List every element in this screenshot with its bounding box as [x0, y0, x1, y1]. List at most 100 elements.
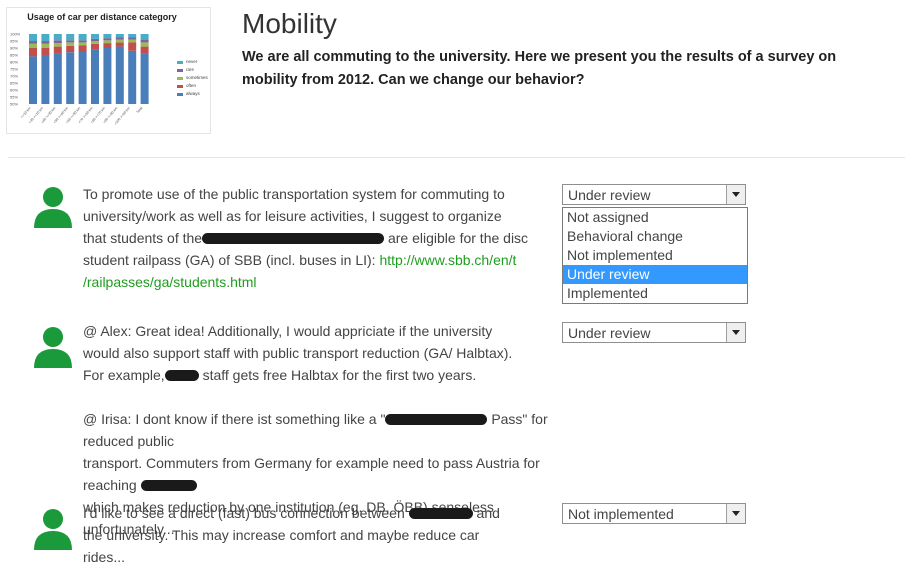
x-tick-label: <=10 km [20, 106, 32, 119]
legend-item: rare [177, 66, 208, 74]
bar-segment-never [41, 34, 50, 41]
status-select-2[interactable]: Under review [562, 322, 746, 343]
comment-line: To promote use of the public transportat… [83, 186, 505, 202]
status-dropdown-list[interactable]: Not assigned Behavioral change Not imple… [562, 207, 748, 304]
chevron-down-icon[interactable] [726, 323, 745, 342]
bar-segment-always [78, 51, 87, 104]
select-value: Under review [568, 187, 651, 203]
legend-label: always [186, 91, 200, 96]
redacted-text [164, 370, 199, 381]
comment-3: I'd like to see a direct (fast) bus conn… [83, 502, 573, 568]
legend-label: rare [186, 67, 195, 72]
bar-segment-often [91, 43, 99, 50]
legend-swatch [177, 76, 183, 80]
redacted-text [408, 508, 473, 519]
status-select-1[interactable]: Under review [562, 184, 746, 205]
bar-segment-often [41, 48, 50, 55]
bar-segment-never [78, 34, 87, 41]
legend-swatch [177, 60, 183, 64]
select-value: Not implemented [568, 506, 674, 522]
survey-chart-thumbnail[interactable]: Usage of car per distance category 100% 9… [6, 7, 211, 134]
intro-line-1: We are all commuting to the university. … [242, 49, 837, 65]
bar-segment-often [128, 42, 137, 51]
bar-segment-never [128, 34, 137, 38]
comment-line: @ Irisa: I dont know if there ist someth… [83, 411, 548, 449]
bar-segment-rare [66, 40, 75, 43]
y-tick-label: 65% [10, 81, 18, 86]
y-tick-label: 50% [10, 102, 18, 107]
y-tick-label: 75% [10, 67, 18, 72]
bar-segment-always [115, 46, 124, 104]
bar-segment-never [140, 34, 149, 40]
chevron-down-icon[interactable] [726, 185, 745, 204]
y-tick-label: 60% [10, 88, 18, 93]
bar-segment-often [53, 46, 62, 54]
bar-segment-never [66, 34, 75, 41]
bar-segment-often [78, 45, 87, 52]
x-tick-label: Total [136, 106, 144, 114]
sbb-link[interactable]: http://www.sbb.ch/en/t [379, 252, 516, 268]
status-select-3[interactable]: Not implemented [562, 503, 746, 524]
legend-label: never [186, 59, 198, 64]
intro-text: We are all commuting to the university. … [242, 46, 905, 92]
legend-item: never [177, 58, 208, 66]
comment-line: For example, staff gets free Halbtax for… [83, 367, 477, 383]
chevron-down-icon[interactable] [726, 504, 745, 523]
bar-segment-rare [29, 41, 37, 44]
bar-segment-always [140, 53, 149, 104]
user-avatar-icon [34, 187, 72, 228]
bar-segment-always [41, 55, 50, 104]
bar-segment-rare [128, 37, 137, 40]
bar-segment-sometimes [103, 40, 112, 44]
bar-segment-never [91, 34, 99, 39]
legend-item: sometimes [177, 74, 208, 82]
option-under-review[interactable]: Under review [563, 265, 747, 284]
bar-segment-always [91, 49, 99, 104]
bar-segment-sometimes [29, 43, 37, 48]
y-tick-label: 100% [10, 32, 21, 37]
bar-segment-often [66, 45, 75, 53]
page-title: Mobility [242, 8, 337, 39]
option-not-assigned[interactable]: Not assigned [563, 208, 747, 227]
bar-segment-never [103, 34, 112, 39]
option-implemented[interactable]: Implemented [563, 284, 747, 303]
comment-1: To promote use of the public transportat… [83, 183, 573, 293]
comment-line: /railpasses/ga/students.html [83, 271, 573, 293]
bar-segment-rare [115, 37, 124, 40]
comment-line: would also support staff with public tra… [83, 345, 513, 361]
redacted-text [140, 480, 197, 491]
option-behavioral-change[interactable]: Behavioral change [563, 227, 747, 246]
comment-line: student railpass (GA) of SBB (incl. buse… [83, 252, 517, 268]
bar-segment-rare [53, 40, 62, 44]
bar-segment-often [140, 46, 149, 54]
bar-segment-always [103, 48, 112, 104]
bar-segment-always [29, 56, 37, 104]
y-tick-label: 90% [10, 46, 18, 51]
comment-line: the university. This may increase comfor… [83, 527, 480, 543]
bar-segment-sometimes [115, 39, 124, 43]
legend-swatch [177, 68, 183, 72]
y-tick-label: 95% [10, 39, 18, 44]
bar-segment-often [103, 43, 112, 48]
option-not-implemented[interactable]: Not implemented [563, 246, 747, 265]
bar-segment-never [115, 34, 124, 38]
legend-label: often [186, 83, 197, 88]
user-avatar-icon [34, 509, 72, 550]
bar-segment-sometimes [78, 42, 87, 46]
bar-segment-sometimes [91, 41, 99, 44]
divider [8, 157, 905, 158]
y-tick-label: 55% [10, 95, 18, 100]
y-tick-label: 85% [10, 53, 18, 58]
sbb-link-continued[interactable]: /railpasses/ga/students.html [83, 274, 257, 290]
intro-line-2: mobility from 2012. Can we change our be… [242, 72, 585, 88]
comment-line: rides... [83, 549, 126, 565]
user-avatar-icon [34, 327, 72, 368]
comment-line: that students of the are eligible for th… [83, 230, 529, 246]
chart-legend: never rare sometimes often always [177, 58, 208, 98]
bar-segment-sometimes [53, 43, 62, 47]
select-value: Under review [568, 325, 651, 341]
bar-segment-rare [41, 41, 50, 44]
bar-segment-rare [140, 39, 149, 43]
bar-segment-sometimes [140, 42, 149, 47]
